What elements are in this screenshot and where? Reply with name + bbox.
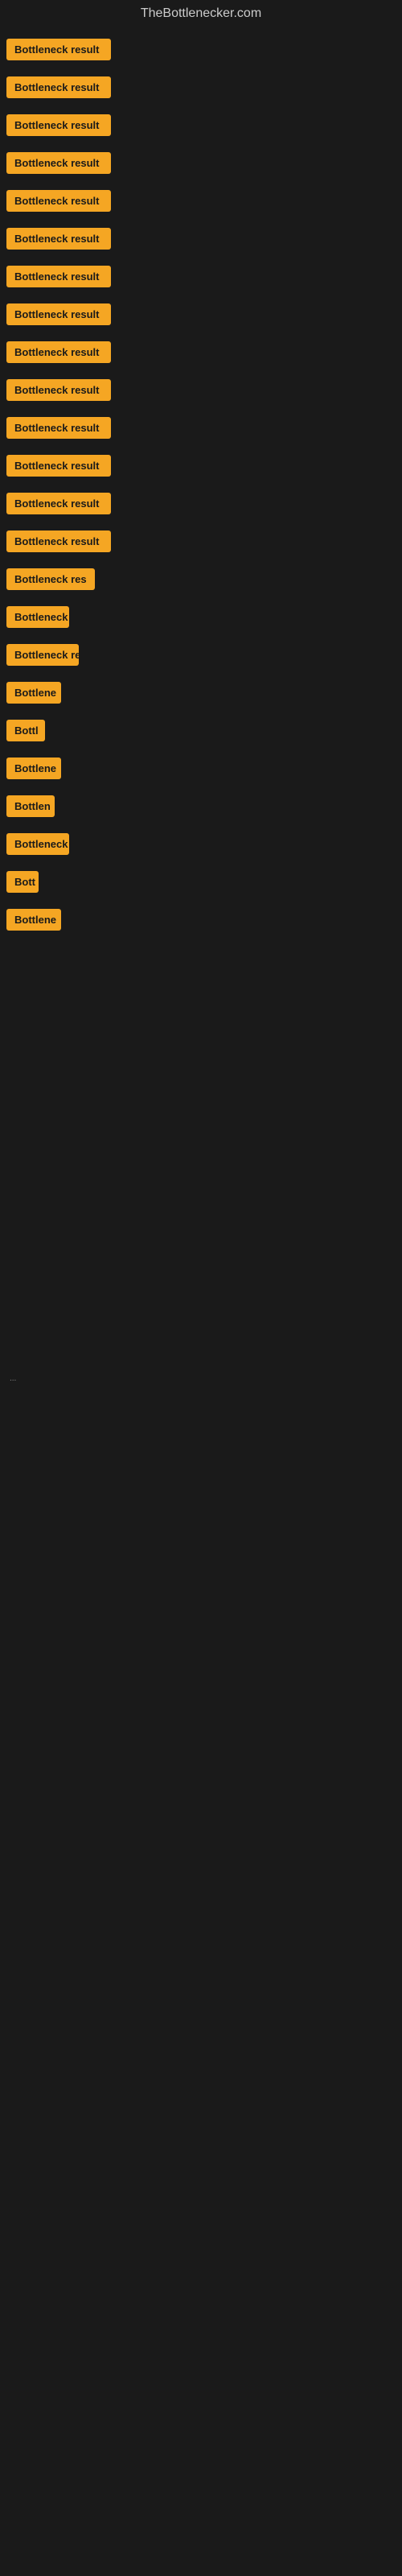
gap-section-5 xyxy=(0,1074,402,1106)
gap-section-7 xyxy=(0,1138,402,1170)
gap-section-2 xyxy=(0,977,402,1009)
gap-section-12 xyxy=(0,1299,402,1331)
site-title: TheBottlenecker.com xyxy=(0,0,402,31)
gap-section-10 xyxy=(0,1235,402,1267)
gap-section-13 xyxy=(0,1331,402,1364)
bottleneck-badge[interactable]: Bottleneck result xyxy=(6,455,111,477)
gap-section-11 xyxy=(0,1267,402,1299)
bottom-gap-8 xyxy=(0,1616,402,1649)
gap-section-8 xyxy=(0,1170,402,1203)
list-item: Bottleneck result xyxy=(6,450,396,481)
list-item: Bottleneck result xyxy=(6,147,396,179)
list-item: Bottleneck xyxy=(6,601,396,633)
bottleneck-badge[interactable]: Bottleneck result xyxy=(6,228,111,250)
bottom-gap-15 xyxy=(0,1842,402,1874)
list-item: Bottleneck result xyxy=(6,72,396,103)
bottleneck-badge[interactable]: Bottleneck result xyxy=(6,530,111,552)
bottom-gap-13 xyxy=(0,1777,402,1810)
bottom-gap-14 xyxy=(0,1810,402,1842)
bottleneck-badge[interactable]: Bottleneck xyxy=(6,833,69,855)
bottom-gap-7 xyxy=(0,1584,402,1616)
list-item: Bottlen xyxy=(6,791,396,822)
bottom-gap-5 xyxy=(0,1520,402,1552)
bottleneck-badge[interactable]: Bottleneck xyxy=(6,606,69,628)
list-item: Bottleneck result xyxy=(6,223,396,254)
bottom-gap-10 xyxy=(0,1681,402,1713)
bottom-gap-12 xyxy=(0,1745,402,1777)
bottleneck-badge[interactable]: Bottleneck result xyxy=(6,76,111,98)
gap-section-3 xyxy=(0,1009,402,1042)
footer-dot: ... xyxy=(6,1371,19,1386)
list-item: Bottleneck result xyxy=(6,185,396,217)
bottom-gap-4 xyxy=(0,1488,402,1520)
bottleneck-badge[interactable]: Bottl xyxy=(6,720,45,741)
gap-section-9 xyxy=(0,1203,402,1235)
bottom-gap-9 xyxy=(0,1649,402,1681)
list-item: Bottleneck result xyxy=(6,336,396,368)
gap-section-6 xyxy=(0,1106,402,1138)
bottleneck-badge[interactable]: Bottleneck re xyxy=(6,644,79,666)
gap-section-4 xyxy=(0,1042,402,1074)
list-item: Bottlene xyxy=(6,677,396,708)
bottom-gap-1 xyxy=(0,1391,402,1423)
bottom-gap-2 xyxy=(0,1423,402,1455)
bottleneck-badge[interactable]: Bottleneck result xyxy=(6,114,111,136)
bottleneck-list: Bottleneck result Bottleneck result Bottle… xyxy=(0,31,402,945)
list-item: Bottleneck result xyxy=(6,299,396,330)
list-item: Bottleneck xyxy=(6,828,396,860)
bottleneck-badge[interactable]: Bottlene xyxy=(6,758,61,779)
bottleneck-badge[interactable]: Bottleneck result xyxy=(6,266,111,287)
bottom-gap-3 xyxy=(0,1455,402,1488)
list-item: Bottleneck result xyxy=(6,34,396,65)
list-item: Bottlene xyxy=(6,904,396,935)
bottleneck-badge[interactable]: Bottleneck result xyxy=(6,493,111,514)
list-item: Bottleneck re xyxy=(6,639,396,671)
list-item: Bottleneck result xyxy=(6,261,396,292)
bottleneck-badge[interactable]: Bottleneck result xyxy=(6,39,111,60)
bottleneck-badge[interactable]: Bottleneck result xyxy=(6,303,111,325)
list-item: Bott xyxy=(6,866,396,898)
list-item: Bottleneck result xyxy=(6,374,396,406)
footer-dot-container: ... xyxy=(0,1364,402,1391)
bottleneck-badge[interactable]: Bott xyxy=(6,871,39,893)
gap-section xyxy=(0,945,402,977)
list-item: Bottleneck result xyxy=(6,526,396,557)
list-item: Bottl xyxy=(6,715,396,746)
list-item: Bottleneck res xyxy=(6,564,396,595)
bottom-gap-11 xyxy=(0,1713,402,1745)
bottleneck-badge[interactable]: Bottleneck result xyxy=(6,379,111,401)
bottleneck-badge[interactable]: Bottlene xyxy=(6,682,61,704)
bottom-gap-6 xyxy=(0,1552,402,1584)
list-item: Bottlene xyxy=(6,753,396,784)
bottleneck-badge[interactable]: Bottleneck res xyxy=(6,568,95,590)
list-item: Bottleneck result xyxy=(6,412,396,444)
bottleneck-badge[interactable]: Bottleneck result xyxy=(6,341,111,363)
bottleneck-badge[interactable]: Bottlen xyxy=(6,795,55,817)
bottleneck-badge[interactable]: Bottleneck result xyxy=(6,190,111,212)
bottleneck-badge[interactable]: Bottleneck result xyxy=(6,152,111,174)
bottleneck-badge[interactable]: Bottleneck result xyxy=(6,417,111,439)
list-item: Bottleneck result xyxy=(6,109,396,141)
bottleneck-badge[interactable]: Bottlene xyxy=(6,909,61,931)
list-item: Bottleneck result xyxy=(6,488,396,519)
